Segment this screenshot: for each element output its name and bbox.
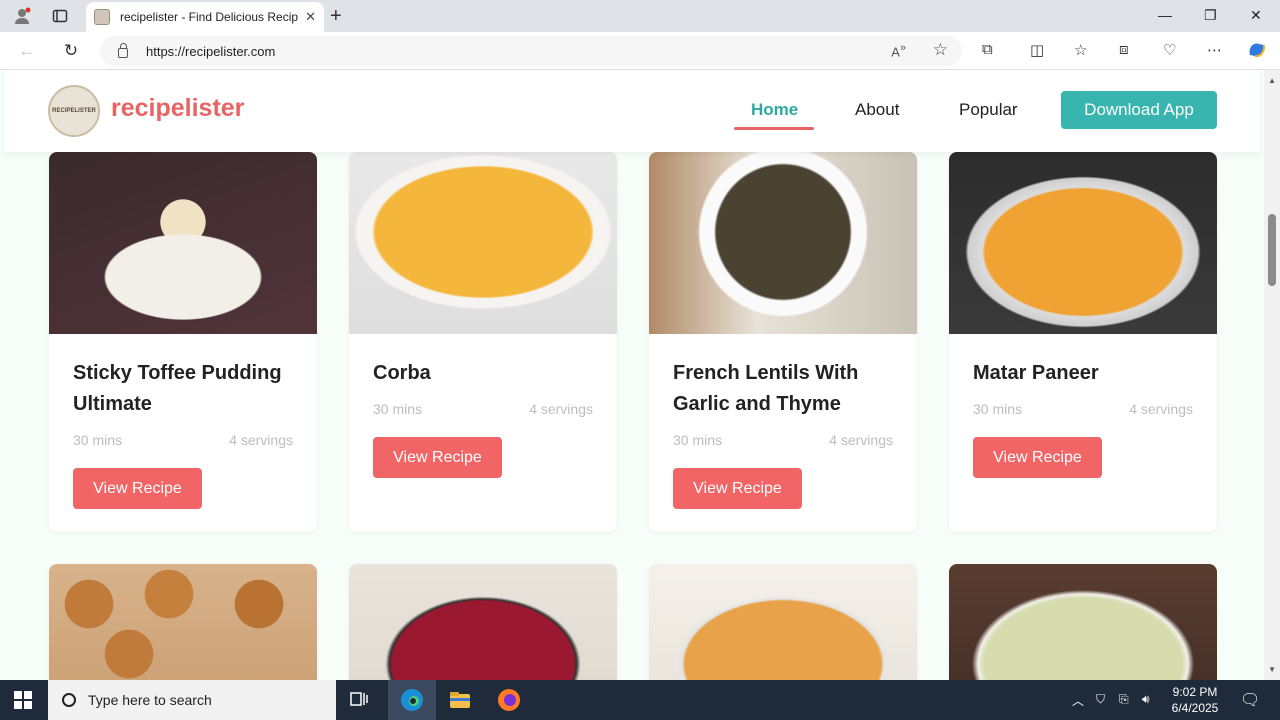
- collections-icon[interactable]: ⧈: [1119, 41, 1129, 58]
- nav-home[interactable]: Home: [751, 100, 798, 120]
- recipe-title[interactable]: Matar Paneer: [973, 358, 1193, 389]
- recipe-card[interactable]: French Lentils With Garlic and Thyme 30 …: [649, 152, 917, 532]
- restore-button[interactable]: ❐: [1204, 7, 1217, 24]
- security-icon[interactable]: ⛉: [1096, 692, 1105, 707]
- recipe-title[interactable]: Corba: [373, 358, 593, 389]
- browser-essentials-icon[interactable]: ♡: [1163, 41, 1176, 59]
- recipe-image[interactable]: [49, 152, 317, 334]
- scrollbar-thumb[interactable]: [1268, 214, 1276, 286]
- recipe-servings: 4 servings: [529, 401, 593, 417]
- clock-time: 9:02 PM: [1172, 685, 1218, 699]
- recipe-servings: 4 servings: [229, 432, 293, 448]
- scroll-down-icon[interactable]: ▼: [1268, 665, 1276, 674]
- recipe-card[interactable]: Matar Paneer 30 mins 4 servings View Rec…: [949, 152, 1217, 532]
- extensions-icon[interactable]: ⧉: [982, 41, 993, 58]
- profile-icon[interactable]: [10, 4, 34, 28]
- new-tab-icon[interactable]: +: [330, 5, 342, 28]
- recipe-card[interactable]: [349, 564, 617, 680]
- recipe-image[interactable]: [49, 564, 317, 680]
- site-logo[interactable]: RECIPELISTER: [48, 85, 100, 137]
- close-window-button[interactable]: ✕: [1250, 7, 1262, 24]
- recipe-image[interactable]: [949, 564, 1217, 680]
- task-view-icon[interactable]: [348, 688, 372, 712]
- minimize-button[interactable]: —: [1158, 7, 1172, 23]
- view-recipe-button[interactable]: View Recipe: [973, 437, 1102, 478]
- recipe-card[interactable]: Corba 30 mins 4 servings View Recipe: [349, 152, 617, 532]
- nav-active-underline: [734, 127, 814, 130]
- page-scrollbar[interactable]: ▲ ▼: [1264, 70, 1280, 680]
- recipe-title[interactable]: French Lentils With Garlic and Thyme: [673, 358, 893, 420]
- view-recipe-button[interactable]: View Recipe: [73, 468, 202, 509]
- browser-tab-bar: recipelister - Find Delicious Recip ✕ + …: [0, 0, 1280, 32]
- nav-popular[interactable]: Popular: [959, 100, 1018, 120]
- lock-icon: [118, 43, 128, 58]
- start-button[interactable]: [14, 691, 32, 709]
- recipe-servings: 4 servings: [1129, 401, 1193, 417]
- windows-taskbar: Type here to search ︿ ⛉ ⎘ 🔊︎ 9:02 PM 6/4…: [0, 680, 1280, 720]
- recipe-card[interactable]: [949, 564, 1217, 680]
- favorites-icon[interactable]: ☆: [1074, 41, 1087, 59]
- browser-tab[interactable]: recipelister - Find Delicious Recip ✕: [86, 2, 324, 32]
- download-app-button[interactable]: Download App: [1061, 91, 1217, 129]
- refresh-icon[interactable]: ↻: [60, 40, 82, 62]
- taskbar-clock[interactable]: 9:02 PM 6/4/2025: [1166, 684, 1224, 716]
- split-screen-icon[interactable]: ◫: [1030, 41, 1044, 59]
- clock-date: 6/4/2025: [1171, 701, 1219, 715]
- notifications-icon[interactable]: 🗨︎: [1240, 690, 1260, 710]
- recipe-time: 30 mins: [73, 432, 123, 448]
- taskbar-search-placeholder: Type here to search: [88, 692, 212, 708]
- tab-title: recipelister - Find Delicious Recip: [120, 10, 299, 24]
- site-favicon-icon: [94, 9, 110, 25]
- recipe-title[interactable]: Sticky Toffee Pudding Ultimate: [73, 358, 293, 420]
- page-viewport: RECIPELISTER recipelister Home About Pop…: [0, 70, 1280, 680]
- tab-actions-icon[interactable]: [48, 4, 72, 28]
- recipe-image[interactable]: [949, 152, 1217, 334]
- scroll-up-icon[interactable]: ▲: [1268, 76, 1276, 85]
- show-hidden-icons-icon[interactable]: ︿: [1072, 692, 1084, 709]
- close-tab-icon[interactable]: ✕: [305, 9, 316, 25]
- brand-name[interactable]: recipelister: [111, 94, 244, 123]
- edge-icon[interactable]: [400, 688, 424, 712]
- site-header: RECIPELISTER recipelister Home About Pop…: [4, 70, 1260, 152]
- recipe-time: 30 mins: [673, 432, 723, 448]
- firefox-icon[interactable]: [497, 688, 521, 712]
- address-bar-row: ← ↻ https://recipelister.com A» ☆ ⧉ ◫ ☆ …: [0, 32, 1280, 70]
- recipe-card[interactable]: [649, 564, 917, 680]
- search-icon: [62, 693, 76, 707]
- logo-text: RECIPELISTER: [52, 108, 96, 114]
- view-recipe-button[interactable]: View Recipe: [373, 437, 502, 478]
- recipe-servings: 4 servings: [829, 432, 893, 448]
- back-icon[interactable]: ←: [16, 40, 38, 62]
- address-field[interactable]: https://recipelister.com A» ☆: [100, 36, 962, 66]
- view-recipe-button[interactable]: View Recipe: [673, 468, 802, 509]
- recipe-image[interactable]: [649, 152, 917, 334]
- recipe-card[interactable]: Sticky Toffee Pudding Ultimate 30 mins 4…: [49, 152, 317, 532]
- url-text: https://recipelister.com: [146, 43, 276, 59]
- volume-icon[interactable]: 🔊︎: [1142, 692, 1150, 707]
- recipe-image[interactable]: [349, 152, 617, 334]
- file-explorer-icon[interactable]: [448, 688, 472, 712]
- copilot-icon[interactable]: [1246, 39, 1268, 65]
- favorite-star-icon[interactable]: ☆: [933, 40, 948, 60]
- recipe-card[interactable]: [49, 564, 317, 680]
- network-icon[interactable]: ⎘: [1119, 692, 1129, 707]
- recipe-time: 30 mins: [373, 401, 423, 417]
- nav-about[interactable]: About: [855, 100, 899, 120]
- more-menu-icon[interactable]: ⋯: [1207, 41, 1222, 59]
- recipe-image[interactable]: [649, 564, 917, 680]
- recipe-image[interactable]: [349, 564, 617, 680]
- taskbar-search[interactable]: Type here to search: [48, 680, 336, 720]
- read-aloud-icon[interactable]: A»: [891, 42, 906, 59]
- recipe-time: 30 mins: [973, 401, 1023, 417]
